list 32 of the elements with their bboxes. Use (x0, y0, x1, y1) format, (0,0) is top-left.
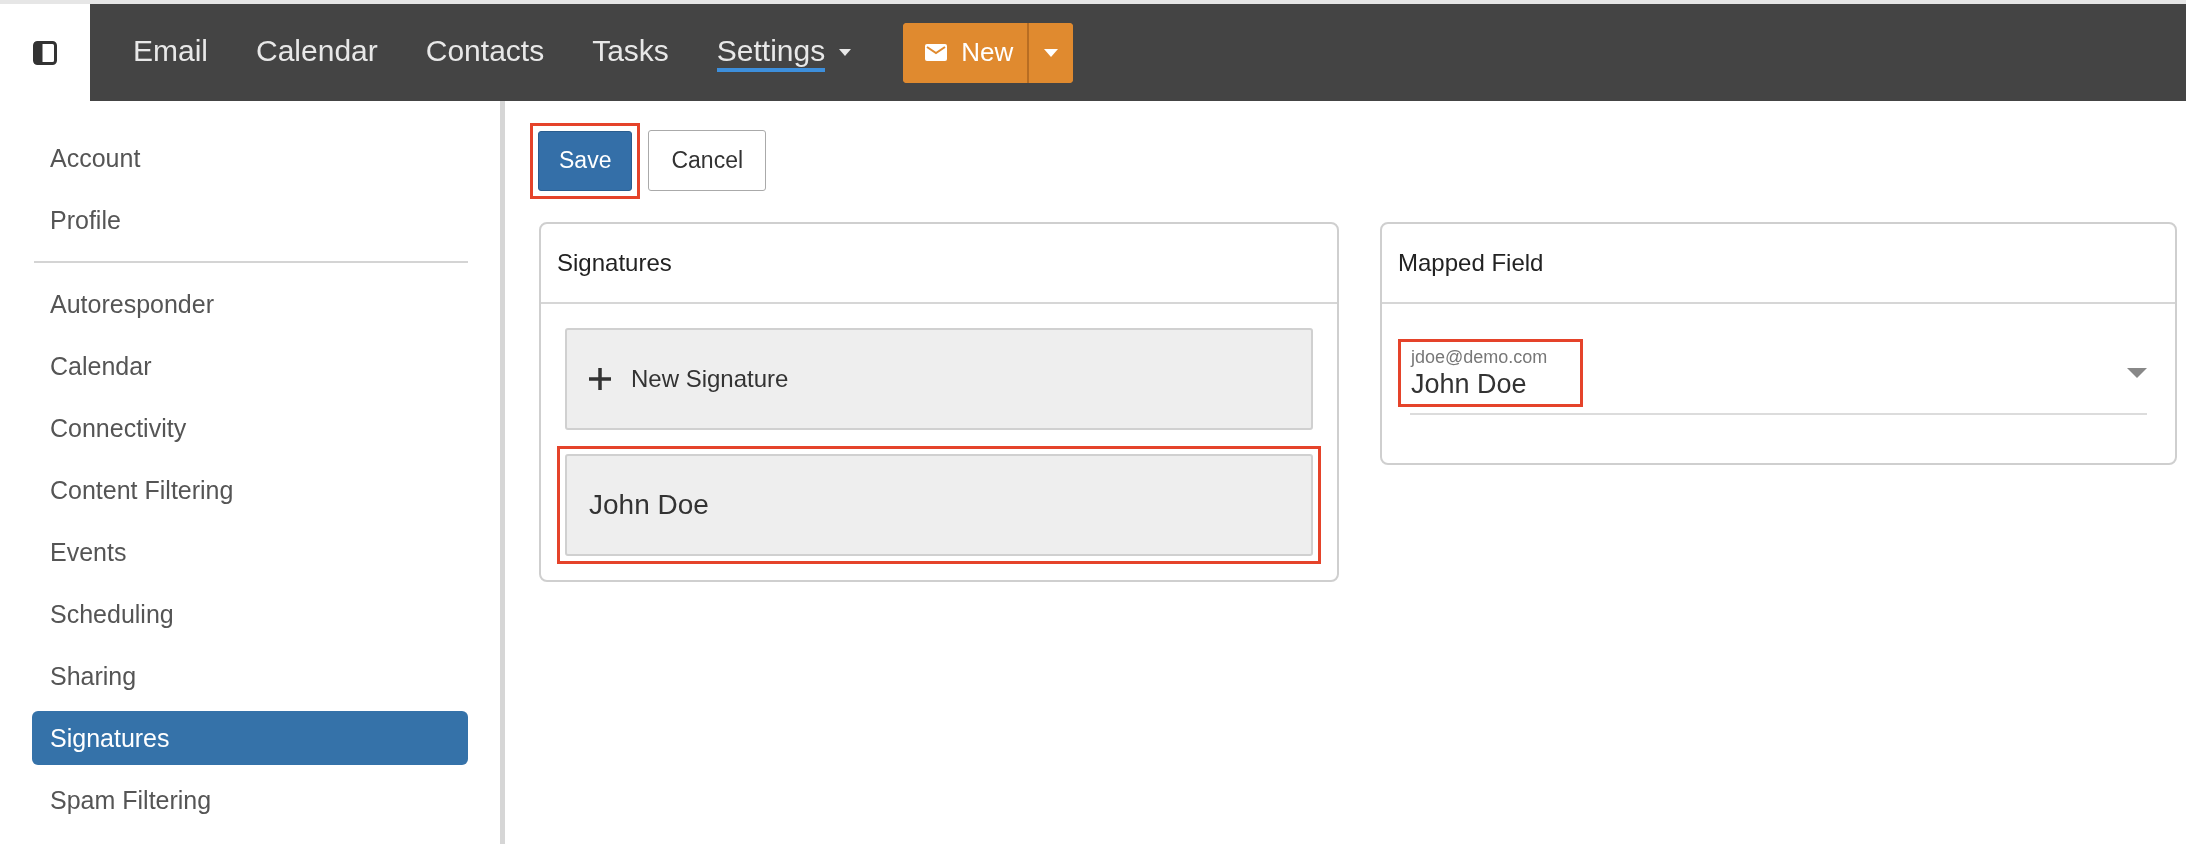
sidebar-item[interactable]: Content Filtering (32, 463, 468, 517)
nav-link[interactable]: Tasks (592, 27, 669, 78)
sidebar-item[interactable]: Profile (32, 193, 468, 247)
nav-link[interactable]: Email (133, 27, 208, 78)
signature-item[interactable]: John Doe (565, 454, 1313, 556)
sidebar-item[interactable]: Connectivity (32, 401, 468, 455)
nav-link[interactable]: Contacts (425, 27, 545, 78)
action-button[interactable]: Save (538, 130, 633, 191)
nav-link[interactable]: Settings (716, 27, 852, 78)
sidebar-item[interactable]: Sharing (32, 649, 468, 703)
sidebar-toggle-icon[interactable] (33, 40, 57, 65)
select-field[interactable]: jdoe@demo.com John Doe (1398, 339, 2147, 415)
sidebar-item[interactable]: Signatures (32, 711, 468, 765)
sidebar-item[interactable]: Spam Filtering (32, 773, 468, 827)
action-button[interactable]: Cancel (648, 130, 767, 191)
dropdown-arrow-icon (2127, 368, 2147, 378)
nav-link[interactable]: Calendar (256, 27, 378, 78)
panel-title: Mapped Field (1398, 249, 1544, 277)
sidebar-item[interactable]: Events (32, 525, 468, 579)
envelope-icon (925, 44, 948, 61)
sidebar-item[interactable]: Scheduling (32, 587, 468, 641)
field-label: jdoe@demo.com (1411, 347, 1548, 368)
dropdown-button[interactable] (1027, 22, 1074, 83)
caret-icon (1044, 48, 1059, 57)
sidebar-item[interactable]: Account (32, 131, 468, 185)
caret-icon (839, 49, 852, 56)
new-signature-button[interactable]: New Signature (565, 328, 1313, 430)
plus-icon (589, 368, 611, 390)
sidebar-item[interactable]: Autoresponder (32, 277, 468, 331)
sidebar-item[interactable]: Calendar (32, 339, 468, 393)
panel-title: Signatures (557, 249, 672, 277)
field-value: John Doe (1411, 368, 1528, 400)
